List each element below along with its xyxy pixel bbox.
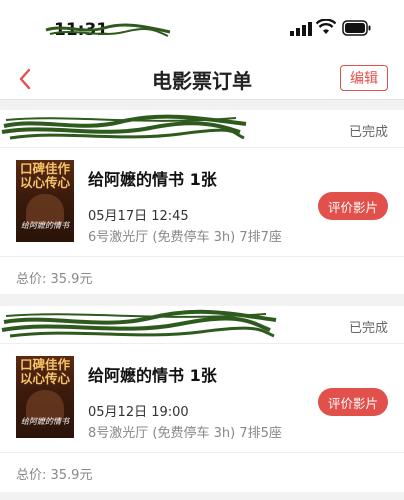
rate-movie-button[interactable]: 评价影片 bbox=[318, 388, 388, 416]
total-price: 总价: 35.9元 bbox=[16, 468, 93, 483]
showtime: 05月12日 19:00 bbox=[88, 405, 189, 420]
poster-slogan: 口碑佳作 以心传心 bbox=[19, 161, 70, 190]
battery-icon bbox=[342, 20, 371, 36]
order-card-header: 已完成 bbox=[0, 110, 404, 148]
order-status: 已完成 bbox=[348, 321, 388, 336]
edit-button[interactable]: 编辑 bbox=[340, 65, 388, 91]
hall-seat-info: 6号激光厅 (免费停车 3h) 7排7座 bbox=[88, 230, 282, 245]
divider bbox=[0, 452, 404, 453]
divider bbox=[0, 256, 404, 257]
poster-film-title: 给阿嬷的情书 bbox=[21, 221, 69, 230]
movie-poster[interactable]: 口碑佳作 以心传心 给阿嬷的情书 bbox=[16, 160, 74, 242]
signal-icon bbox=[290, 22, 312, 36]
rate-movie-button[interactable]: 评价影片 bbox=[318, 192, 388, 220]
order-card[interactable]: 已完成 口碑佳作 以心传心 给阿嬷的情书 给阿嬷的情书 1张 05月12日 19… bbox=[0, 306, 404, 492]
order-status: 已完成 bbox=[348, 125, 388, 140]
movie-title: 给阿嬷的情书 1张 bbox=[88, 366, 217, 385]
nav-bar: 电影票订单 编辑 bbox=[0, 58, 404, 100]
showtime: 05月17日 12:45 bbox=[88, 209, 189, 224]
redaction-scribble bbox=[1, 114, 247, 140]
poster-film-title: 给阿嬷的情书 bbox=[21, 417, 69, 426]
status-bar: 11:31 bbox=[0, 0, 404, 58]
wifi-icon bbox=[316, 19, 336, 34]
movie-title: 给阿嬷的情书 1张 bbox=[88, 170, 217, 189]
hall-seat-info: 8号激光厅 (免费停车 3h) 7排5座 bbox=[88, 426, 282, 441]
redaction-scribble bbox=[1, 309, 277, 338]
poster-slogan: 口碑佳作 以心传心 bbox=[19, 357, 70, 386]
movie-poster[interactable]: 口碑佳作 以心传心 给阿嬷的情书 bbox=[16, 356, 74, 438]
total-price: 总价: 35.9元 bbox=[16, 272, 93, 287]
order-card-header: 已完成 bbox=[0, 306, 404, 344]
redaction-scribble bbox=[45, 23, 171, 37]
order-card[interactable]: 已完成 口碑佳作 以心传心 给阿嬷的情书 给阿嬷的情书 1张 05月17日 12… bbox=[0, 110, 404, 294]
